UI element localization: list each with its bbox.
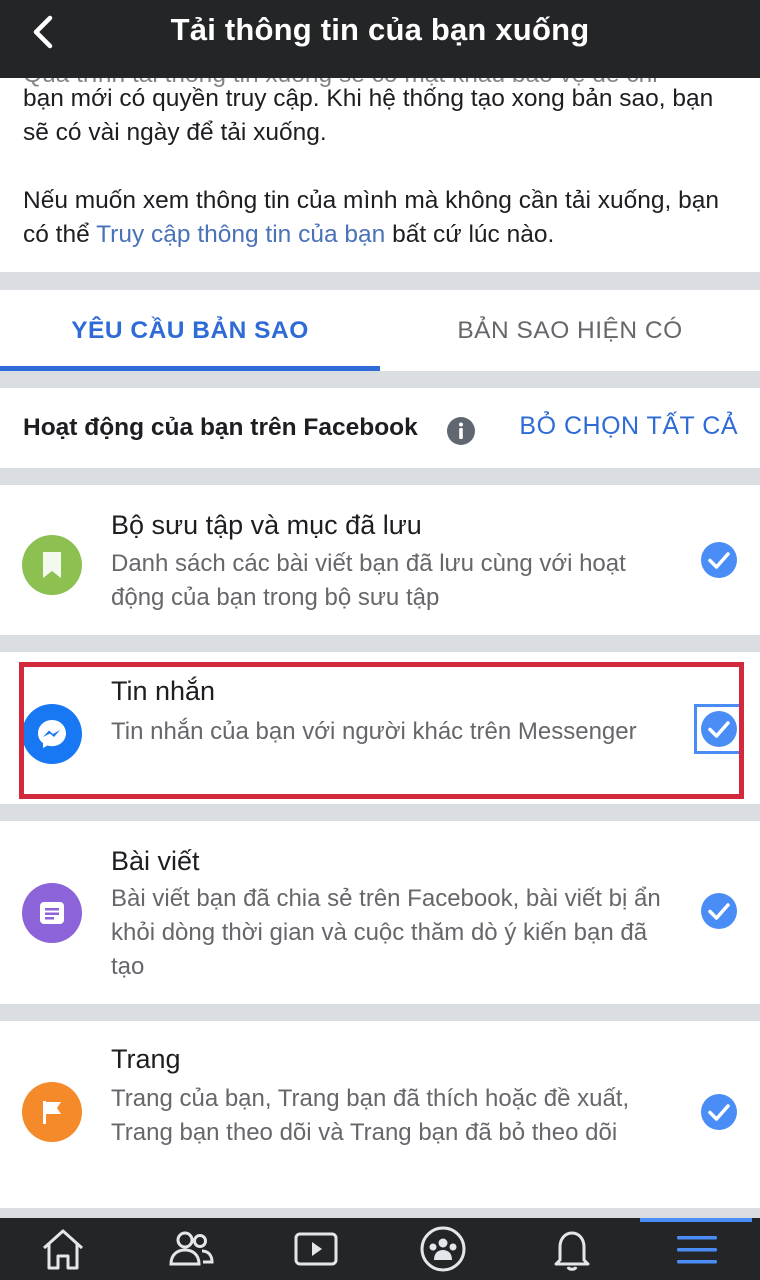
divider bbox=[0, 468, 760, 485]
home-icon[interactable] bbox=[38, 1224, 88, 1274]
access-info-link[interactable]: Truy cập thông tin của bạn bbox=[96, 221, 385, 248]
item-title: Bài viết bbox=[111, 846, 200, 876]
section-header: Hoạt động của bạn trên Facebook BỎ CHỌN … bbox=[0, 388, 760, 468]
tab-bar: YÊU CẦU BẢN SAO BẢN SAO HIỆN CÓ bbox=[0, 290, 760, 372]
divider bbox=[0, 272, 760, 290]
bottom-navigation bbox=[0, 1218, 760, 1280]
intro-text: Quá trình tải thông tin xuống sẽ có mật … bbox=[23, 61, 738, 286]
item-description: Danh sách các bài viết bạn đã lưu cùng v… bbox=[111, 550, 626, 611]
list-item-pages[interactable]: Trang Trang của bạn, Trang bạn đã thích … bbox=[0, 1021, 760, 1208]
divider bbox=[0, 1004, 760, 1021]
menu-icon[interactable] bbox=[672, 1224, 722, 1274]
intro-paragraph-2: Nếu muốn xem thông tin của mình mà không… bbox=[23, 184, 738, 252]
friends-icon[interactable] bbox=[166, 1224, 216, 1274]
watch-icon[interactable] bbox=[291, 1224, 341, 1274]
intro-paragraph-2-end: bất cứ lúc nào. bbox=[385, 221, 555, 248]
item-title: Trang bbox=[111, 1044, 181, 1074]
bookmark-icon bbox=[22, 535, 82, 595]
notifications-icon[interactable] bbox=[547, 1224, 597, 1274]
item-description: Bài viết bạn đã chia sẻ trên Facebook, b… bbox=[111, 885, 661, 980]
deselect-all-button[interactable]: BỎ CHỌN TẤT CẢ bbox=[519, 412, 738, 441]
divider bbox=[0, 1208, 760, 1218]
post-icon bbox=[22, 883, 82, 943]
divider bbox=[0, 371, 760, 388]
tab-request-copy[interactable]: YÊU CẦU BẢN SAO bbox=[0, 290, 380, 372]
flag-icon bbox=[22, 1082, 82, 1142]
list-item-posts[interactable]: Bài viết Bài viết bạn đã chia sẻ trên Fa… bbox=[0, 821, 760, 1004]
divider bbox=[0, 804, 760, 821]
item-title: Bộ sưu tập và mục đã lưu bbox=[111, 510, 422, 540]
top-bar: Tải thông tin của bạn xuống bbox=[0, 0, 760, 78]
checkmark-icon[interactable] bbox=[700, 541, 738, 579]
item-description: Trang của bạn, Trang bạn đã thích hoặc đ… bbox=[111, 1085, 630, 1146]
tab-available-copies[interactable]: BẢN SAO HIỆN CÓ bbox=[380, 290, 760, 372]
groups-icon[interactable] bbox=[418, 1224, 468, 1274]
intro-paragraph-1: bạn mới có quyền truy cập. Khi hệ thống … bbox=[23, 85, 714, 146]
active-nav-indicator bbox=[640, 1218, 752, 1222]
divider bbox=[0, 635, 760, 652]
list-item-collections[interactable]: Bộ sưu tập và mục đã lưu Danh sách các b… bbox=[0, 485, 760, 635]
info-icon[interactable] bbox=[446, 416, 476, 446]
checkmark-icon[interactable] bbox=[700, 1093, 738, 1131]
highlight-box bbox=[19, 662, 744, 799]
checkmark-icon[interactable] bbox=[700, 892, 738, 930]
section-title: Hoạt động của bạn trên Facebook bbox=[23, 414, 418, 441]
page-title: Tải thông tin của bạn xuống bbox=[170, 12, 590, 47]
